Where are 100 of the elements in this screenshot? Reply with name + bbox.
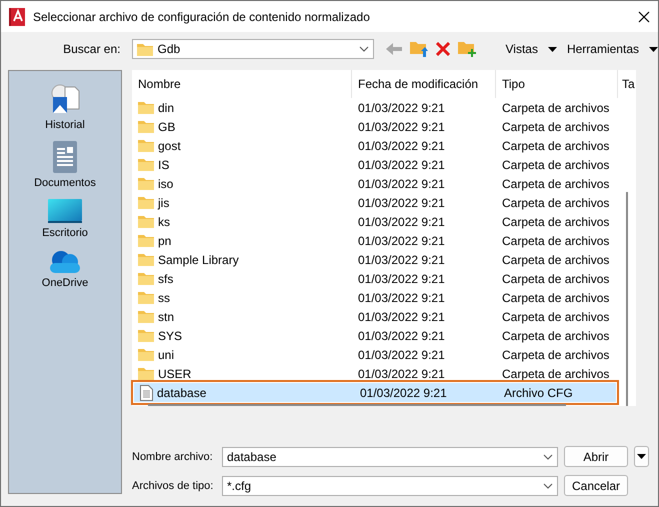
- caret-icon: [548, 46, 557, 52]
- folder-icon: [138, 101, 154, 114]
- place-item[interactable]: Documentos: [9, 139, 121, 191]
- column-header[interactable]: Nombre: [132, 70, 352, 98]
- folder-icon: [138, 367, 154, 380]
- folder-icon: [138, 291, 154, 304]
- file-row[interactable]: sfs 01/03/2022 9:21 Carpeta de archivos: [132, 269, 618, 288]
- open-options-button[interactable]: [634, 446, 649, 467]
- type-cell-text: Carpeta de archivos: [501, 310, 610, 324]
- date-cell-text: 01/03/2022 9:21: [357, 100, 446, 114]
- date-cell-text: 01/03/2022 9:21: [357, 328, 446, 342]
- date-cell-text: 01/03/2022 9:21: [357, 366, 446, 380]
- date-cell-text: 01/03/2022 9:21: [357, 348, 446, 362]
- folder-icon: [138, 139, 154, 152]
- file-row[interactable]: ks 01/03/2022 9:21 Carpeta de archivos: [132, 212, 618, 231]
- app-logo-icon: [9, 8, 25, 26]
- monitor-icon: [48, 199, 82, 223]
- file-name: din: [132, 100, 352, 114]
- date-cell-text: 01/03/2022 9:21: [357, 290, 446, 304]
- place-item[interactable]: Historial: [9, 81, 121, 133]
- file-row[interactable]: gost 01/03/2022 9:21 Carpeta de archivos: [132, 136, 618, 155]
- date-cell-text: 01/03/2022 9:21: [357, 158, 446, 172]
- look-in-label: Buscar en:: [63, 42, 120, 56]
- document-icon: [53, 141, 77, 173]
- cancel-button[interactable]: Cancelar: [564, 475, 628, 496]
- file-row[interactable]: SYS 01/03/2022 9:21 Carpeta de archivos: [132, 326, 618, 345]
- caret-icon: [637, 454, 646, 459]
- file-name: GB: [132, 120, 352, 134]
- file-row[interactable]: ss 01/03/2022 9:21 Carpeta de archivos: [132, 288, 618, 307]
- place-item[interactable]: Escritorio: [9, 197, 121, 241]
- file-type-label: Archivos de tipo:: [132, 480, 214, 492]
- open-button[interactable]: Abrir: [564, 446, 628, 467]
- date-cell-text: 01/03/2022 9:21: [357, 310, 446, 324]
- file-name: SYS: [132, 328, 352, 342]
- file-row[interactable]: USER 01/03/2022 9:21 Carpeta de archivos: [132, 364, 618, 383]
- file-name: pn: [132, 234, 352, 248]
- folder-icon: [138, 310, 154, 323]
- file-name: database: [134, 384, 354, 400]
- file-name: stn: [132, 310, 352, 324]
- type-cell-text: Carpeta de archivos: [501, 234, 610, 248]
- folder-icon: [138, 215, 154, 228]
- new-folder-icon[interactable]: [458, 41, 476, 57]
- file-row[interactable]: Sample Library 01/03/2022 9:21 Carpeta de archivos: [132, 250, 618, 269]
- folder-up-icon[interactable]: [410, 41, 428, 57]
- type-cell-text: Carpeta de archivos: [501, 100, 610, 114]
- look-in-dropdown[interactable]: Gdb: [132, 39, 374, 59]
- file-name: uni: [132, 348, 352, 362]
- file-name: gost: [132, 138, 352, 152]
- views-button[interactable]: Vistas: [506, 42, 538, 56]
- file-row[interactable]: iso 01/03/2022 9:21 Carpeta de archivos: [132, 174, 618, 193]
- type-cell-text: Carpeta de archivos: [501, 120, 610, 134]
- date-cell-text: 01/03/2022 9:21: [357, 120, 446, 134]
- column-header[interactable]: Fecha de modificación: [352, 70, 496, 98]
- folder-icon: [138, 329, 154, 342]
- caret-icon: [649, 46, 658, 52]
- file-type-dropdown[interactable]: *.cfg: [222, 476, 558, 496]
- type-cell-text: Archivo CFG: [503, 386, 574, 400]
- document-icon: [140, 384, 153, 400]
- file-name: Sample Library: [132, 252, 352, 266]
- folder-icon: [138, 348, 154, 361]
- file-row[interactable]: din 01/03/2022 9:21 Carpeta de archivos: [132, 98, 618, 117]
- type-cell-text: Carpeta de archivos: [501, 138, 610, 152]
- folder-icon: [138, 234, 154, 247]
- folder-icon: [138, 158, 154, 171]
- date-cell-text: 01/03/2022 9:21: [357, 272, 446, 286]
- close-icon[interactable]: [638, 10, 650, 22]
- date-cell-text: 01/03/2022 9:21: [357, 138, 446, 152]
- file-row[interactable]: stn 01/03/2022 9:21 Carpeta de archivos: [132, 307, 618, 326]
- file-row[interactable]: database 01/03/2022 9:21 Archivo CFG: [134, 383, 616, 402]
- file-name: jis: [132, 196, 352, 210]
- file-row[interactable]: jis 01/03/2022 9:21 Carpeta de archivos: [132, 193, 618, 212]
- date-cell-text: 01/03/2022 9:21: [357, 176, 446, 190]
- type-cell-text: Carpeta de archivos: [501, 158, 610, 172]
- folder-icon: [138, 120, 154, 133]
- type-cell-text: Carpeta de archivos: [501, 348, 610, 362]
- file-row[interactable]: uni 01/03/2022 9:21 Carpeta de archivos: [132, 345, 618, 364]
- folder-icon: [138, 253, 154, 266]
- column-header[interactable]: Tipo: [496, 70, 618, 98]
- file-name-field[interactable]: database: [222, 446, 558, 466]
- type-cell-text: Carpeta de archivos: [501, 272, 610, 286]
- file-row[interactable]: pn 01/03/2022 9:21 Carpeta de archivos: [132, 231, 618, 250]
- tools-button[interactable]: Herramientas: [566, 42, 639, 56]
- file-name-label: Nombre archivo:: [132, 450, 214, 462]
- type-cell-text: Carpeta de archivos: [501, 290, 610, 304]
- file-row[interactable]: GB 01/03/2022 9:21 Carpeta de archivos: [132, 117, 618, 136]
- folder-icon: [137, 42, 154, 56]
- type-cell-text: Carpeta de archivos: [501, 252, 610, 266]
- type-cell-text: Carpeta de archivos: [501, 366, 610, 380]
- file-name: ks: [132, 214, 352, 228]
- delete-icon[interactable]: [436, 42, 450, 56]
- folder-icon: [138, 196, 154, 209]
- file-row[interactable]: IS 01/03/2022 9:21 Carpeta de archivos: [132, 155, 618, 174]
- place-item[interactable]: OneDrive: [9, 247, 121, 291]
- window-title: Seleccionar archivo de configuración de contenido normalizado: [33, 10, 371, 24]
- type-cell-text: Carpeta de archivos: [501, 176, 610, 190]
- chevron-down-icon: [543, 454, 553, 460]
- column-header[interactable]: Ta: [622, 77, 635, 91]
- type-cell-text: Carpeta de archivos: [501, 196, 610, 210]
- cloud-icon: [48, 249, 82, 273]
- date-cell-text: 01/03/2022 9:21: [359, 386, 448, 400]
